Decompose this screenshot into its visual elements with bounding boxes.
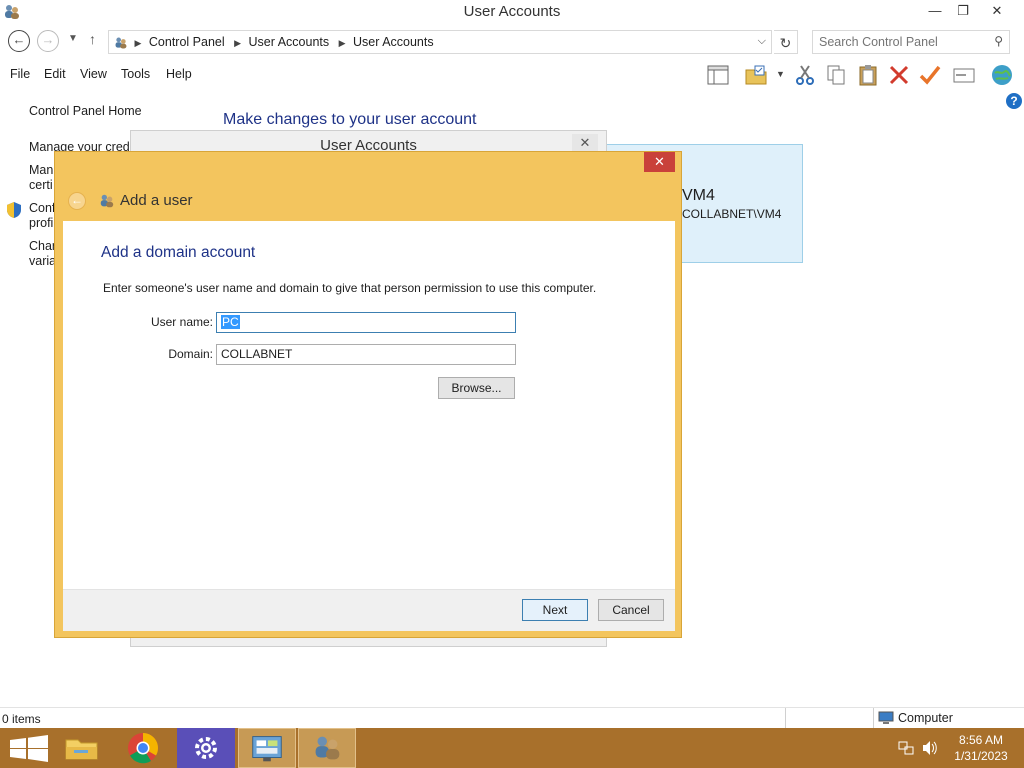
delete-icon[interactable] (887, 63, 911, 87)
control-panel-home-link[interactable]: Control Panel Home (29, 104, 149, 118)
menu-tools[interactable]: Tools (121, 67, 150, 81)
next-button[interactable]: Next (522, 599, 588, 621)
clock-date: 1/31/2023 (954, 749, 1008, 763)
settings-icon (195, 737, 217, 759)
domain-field[interactable]: COLLABNET (216, 344, 516, 365)
change-environment-variables-link[interactable]: Char (29, 239, 55, 253)
menu-bar: File Edit View Tools Help (0, 62, 700, 88)
control-panel-app-button[interactable] (238, 728, 296, 768)
chrome-icon[interactable] (114, 728, 172, 768)
zone-pane: Computer (873, 708, 953, 729)
arrow-left-icon: ← (12, 32, 26, 47)
search-box[interactable]: ⚲ (812, 30, 1010, 54)
control-panel-icon (115, 37, 127, 49)
chevron-down-icon[interactable]: ⌵ (758, 35, 766, 48)
forward-button[interactable]: → (37, 30, 59, 52)
paste-icon[interactable] (856, 63, 880, 87)
dialog-heading: Add a domain account (101, 244, 256, 261)
clock-time: 8:56 AM (958, 733, 1004, 747)
window-title: User Accounts (463, 3, 561, 20)
chevron-right-icon: ▶ (234, 38, 242, 48)
status-divider (785, 708, 786, 729)
user-accounts-icon (315, 736, 340, 760)
cut-icon[interactable] (793, 63, 817, 87)
volume-icon[interactable] (920, 728, 938, 768)
taskbar: 8:56 AM 1/31/2023 (0, 728, 1024, 768)
user-accounts-dialog-close-button[interactable]: ✕ (572, 134, 598, 152)
domain-value: COLLABNET (221, 347, 293, 361)
users-icon (100, 194, 114, 208)
breadcrumb-user-accounts[interactable]: User Accounts (249, 35, 330, 49)
chevron-down-icon[interactable]: ▼ (776, 69, 785, 79)
checkmark-icon[interactable] (918, 63, 942, 87)
start-icon[interactable] (0, 728, 58, 768)
network-icon[interactable] (897, 728, 915, 768)
item-count: 0 items (2, 712, 41, 726)
computer-icon (878, 711, 894, 724)
up-button[interactable]: ↑ (89, 31, 96, 47)
restore-button[interactable]: ❐ (950, 0, 976, 22)
layout-pane-icon[interactable] (706, 63, 730, 87)
breadcrumb-user-accounts-current[interactable]: User Accounts (353, 35, 434, 49)
add-user-dialog-content: Add a domain account Enter someone's use… (63, 221, 675, 589)
window-titlebar: User Accounts — ❐ ✕ (0, 0, 1024, 24)
menu-edit[interactable]: Edit (44, 67, 66, 81)
address-bar[interactable]: ▶ Control Panel ▶ User Accounts ▶ User A… (108, 30, 772, 54)
close-button[interactable]: ✕ (974, 0, 1020, 22)
chevron-right-icon: ▶ (134, 38, 142, 48)
add-user-dialog-title: Add a user (120, 192, 193, 209)
manage-certificates-link-line2[interactable]: certi (29, 178, 55, 192)
account-domain-user: COLLABNET\VM4 (682, 207, 782, 221)
dialog-description: Enter someone's user name and domain to … (103, 281, 597, 295)
refresh-icon: ↻ (779, 35, 792, 51)
arrow-right-icon: → (41, 32, 55, 47)
status-bar: 0 items Computer (0, 707, 1024, 729)
menu-help[interactable]: Help (166, 67, 192, 81)
manage-certificates-link[interactable]: Man (29, 163, 55, 177)
main-heading: Make changes to your user account (223, 111, 477, 128)
configure-profile-link-line2[interactable]: profi (29, 216, 55, 230)
search-icon[interactable]: ⚲ (994, 34, 1003, 48)
back-button[interactable]: ← (8, 30, 30, 52)
change-environment-variables-link-line2[interactable]: varia (29, 254, 55, 268)
configure-profile-link[interactable]: Conf (29, 201, 55, 215)
user-accounts-app-button[interactable] (298, 728, 356, 768)
menu-file[interactable]: File (10, 67, 30, 81)
dialog-footer: Next Cancel (63, 589, 675, 631)
add-user-dialog: ✕ ← Add a user Add a domain account Ente… (54, 151, 682, 638)
zone-text: Computer (898, 711, 953, 725)
username-field[interactable]: PC (216, 312, 516, 333)
folder-options-icon[interactable] (744, 63, 768, 87)
account-name: VM4 (682, 187, 715, 204)
username-value: PC (221, 315, 240, 329)
menu-view[interactable]: View (80, 67, 107, 81)
shield-icon (7, 202, 21, 218)
control-panel-icon (252, 736, 282, 762)
navigation-bar: ← → ▼ ↑ ▶ Control Panel ▶ User Accounts … (0, 27, 1024, 57)
browse-button[interactable]: Browse... (438, 377, 515, 399)
properties-icon[interactable] (952, 63, 976, 87)
cancel-button[interactable]: Cancel (598, 599, 664, 621)
breadcrumb-control-panel[interactable]: Control Panel (149, 35, 225, 49)
recent-locations-dropdown[interactable]: ▼ (68, 33, 78, 44)
minimize-button[interactable]: — (922, 0, 948, 22)
system-clock[interactable]: 8:56 AM 1/31/2023 (948, 732, 1014, 764)
globe-icon[interactable] (990, 63, 1014, 87)
file-explorer-icon[interactable] (52, 728, 110, 768)
search-input[interactable] (813, 31, 983, 53)
domain-label: Domain: (168, 347, 213, 361)
chevron-right-icon: ▶ (338, 38, 346, 48)
refresh-button[interactable]: ↻ (774, 30, 798, 54)
copy-icon[interactable] (824, 63, 848, 87)
add-user-dialog-close-button[interactable]: ✕ (644, 152, 675, 172)
username-label: User name: (150, 315, 213, 329)
help-icon[interactable]: ? (1006, 93, 1022, 109)
settings-app-button[interactable] (177, 728, 235, 768)
back-arrow-icon[interactable]: ← (68, 192, 86, 210)
